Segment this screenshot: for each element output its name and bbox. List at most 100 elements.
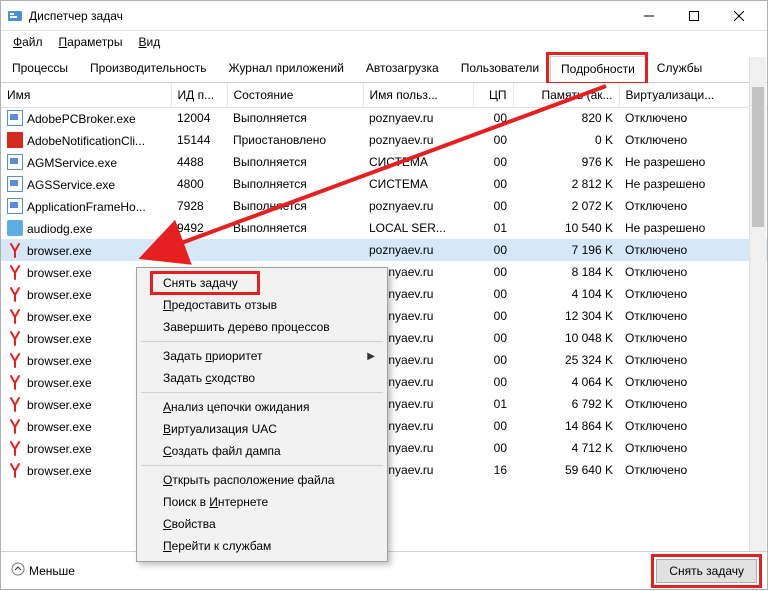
cell-virt: Отключено — [619, 129, 767, 151]
process-name: browser.exe — [27, 288, 92, 302]
column-header-0[interactable]: Имя — [1, 83, 171, 107]
column-header-2[interactable]: Состояние — [227, 83, 363, 107]
cell-user: poznyaev.ru — [363, 195, 473, 217]
table-row[interactable]: audiodg.exe9492ВыполняетсяLOCAL SER...01… — [1, 217, 767, 239]
table-row[interactable]: browser.exepoznyaev.ru007 196 KОтключено — [1, 239, 767, 261]
cell-virt: Отключено — [619, 459, 767, 481]
cell-virt: Отключено — [619, 195, 767, 217]
process-name: AGSService.exe — [27, 178, 115, 192]
cell-mem: 6 792 K — [513, 393, 619, 415]
fewer-label: Меньше — [29, 564, 75, 578]
cell-user: poznyaev.ru — [363, 129, 473, 151]
cell-virt: Не разрешено — [619, 173, 767, 195]
cell-user: poznyaev.ru — [363, 107, 473, 129]
cell-pid — [171, 239, 227, 261]
cell-pid: 12004 — [171, 107, 227, 129]
context-menu-item-1[interactable]: Предоставить отзыв — [139, 294, 385, 316]
cell-cpu: 00 — [473, 173, 513, 195]
process-name: browser.exe — [27, 464, 92, 478]
cell-mem: 10 048 K — [513, 327, 619, 349]
context-menu-item-12[interactable]: Поиск в Интернете — [139, 491, 385, 513]
context-menu-item-11[interactable]: Открыть расположение файла — [139, 469, 385, 491]
tab-5[interactable]: Подробности — [550, 56, 646, 83]
cell-virt: Не разрешено — [619, 217, 767, 239]
cell-cpu: 00 — [473, 129, 513, 151]
cell-mem: 2 072 K — [513, 195, 619, 217]
cell-virt: Не разрешено — [619, 151, 767, 173]
tab-3[interactable]: Автозагрузка — [355, 55, 450, 82]
context-menu-item-9[interactable]: Создать файл дампа — [139, 440, 385, 462]
fewer-details-button[interactable]: Меньше — [11, 562, 75, 579]
context-menu-item-0[interactable]: Снять задачу — [139, 272, 385, 294]
cell-mem: 7 196 K — [513, 239, 619, 261]
process-icon — [7, 154, 23, 170]
cell-mem: 0 K — [513, 129, 619, 151]
column-header-1[interactable]: ИД п... — [171, 83, 227, 107]
process-name: audiodg.exe — [27, 222, 92, 236]
cell-user: LOCAL SER... — [363, 217, 473, 239]
table-row[interactable]: AGSService.exe4800ВыполняетсяСИСТЕМА002 … — [1, 173, 767, 195]
context-menu-item-8[interactable]: Виртуализация UAC — [139, 418, 385, 440]
vertical-scrollbar[interactable] — [749, 57, 766, 551]
minimize-button[interactable] — [626, 2, 671, 30]
context-menu-item-2[interactable]: Завершить дерево процессов — [139, 316, 385, 338]
cell-user: poznyaev.ru — [363, 239, 473, 261]
yandex-icon — [7, 440, 23, 456]
cell-virt: Отключено — [619, 437, 767, 459]
menu-параметры[interactable]: Параметры — [51, 32, 131, 52]
table-row[interactable]: AdobePCBroker.exe12004Выполняетсяpoznyae… — [1, 107, 767, 129]
cell-cpu: 00 — [473, 261, 513, 283]
cell-state: Выполняется — [227, 195, 363, 217]
context-menu-item-7[interactable]: Анализ цепочки ожидания — [139, 396, 385, 418]
table-row[interactable]: AdobeNotificationCli...15144Приостановле… — [1, 129, 767, 151]
tab-0[interactable]: Процессы — [1, 55, 79, 82]
yandex-icon — [7, 286, 23, 302]
column-header-5[interactable]: Память (ак... — [513, 83, 619, 107]
process-name: ApplicationFrameHo... — [27, 200, 146, 214]
tab-2[interactable]: Журнал приложений — [218, 55, 355, 82]
tab-6[interactable]: Службы — [646, 55, 713, 82]
table-row[interactable]: AGMService.exe4488ВыполняетсяСИСТЕМА0097… — [1, 151, 767, 173]
process-icon — [7, 220, 23, 236]
cell-mem: 8 184 K — [513, 261, 619, 283]
column-header-6[interactable]: Виртуализаци... — [619, 83, 767, 107]
process-name: browser.exe — [27, 244, 92, 258]
cell-mem: 2 812 K — [513, 173, 619, 195]
cell-cpu: 00 — [473, 437, 513, 459]
cell-state — [227, 239, 363, 261]
cell-mem: 820 K — [513, 107, 619, 129]
column-header-3[interactable]: Имя польз... — [363, 83, 473, 107]
yandex-icon — [7, 352, 23, 368]
cell-state: Приостановлено — [227, 129, 363, 151]
cell-mem: 976 K — [513, 151, 619, 173]
context-menu-item-13[interactable]: Свойства — [139, 513, 385, 535]
column-header-4[interactable]: ЦП — [473, 83, 513, 107]
yandex-icon — [7, 374, 23, 390]
close-button[interactable] — [716, 2, 761, 30]
context-menu-item-5[interactable]: Задать сходство — [139, 367, 385, 389]
cell-virt: Отключено — [619, 349, 767, 371]
yandex-icon — [7, 264, 23, 280]
cell-mem: 4 712 K — [513, 437, 619, 459]
menu-файл[interactable]: Файл — [5, 32, 51, 52]
cell-mem: 4 064 K — [513, 371, 619, 393]
yandex-icon — [7, 396, 23, 412]
end-task-button[interactable]: Снять задачу — [656, 559, 757, 583]
cell-pid: 4800 — [171, 173, 227, 195]
table-row[interactable]: ApplicationFrameHo...7928Выполняетсяpozn… — [1, 195, 767, 217]
tab-4[interactable]: Пользователи — [450, 55, 550, 82]
context-menu-separator — [141, 465, 383, 466]
cell-cpu: 00 — [473, 327, 513, 349]
context-menu-item-4[interactable]: Задать приоритет▶ — [139, 345, 385, 367]
cell-cpu: 00 — [473, 349, 513, 371]
cell-virt: Отключено — [619, 305, 767, 327]
tab-1[interactable]: Производительность — [79, 55, 217, 82]
tab-strip: ПроцессыПроизводительностьЖурнал приложе… — [1, 53, 767, 83]
maximize-button[interactable] — [671, 2, 716, 30]
process-name: browser.exe — [27, 266, 92, 280]
context-menu-item-14[interactable]: Перейти к службам — [139, 535, 385, 557]
scrollbar-thumb[interactable] — [752, 87, 764, 227]
menu-вид[interactable]: Вид — [130, 32, 168, 52]
window-title: Диспетчер задач — [29, 9, 626, 23]
cell-cpu: 00 — [473, 371, 513, 393]
